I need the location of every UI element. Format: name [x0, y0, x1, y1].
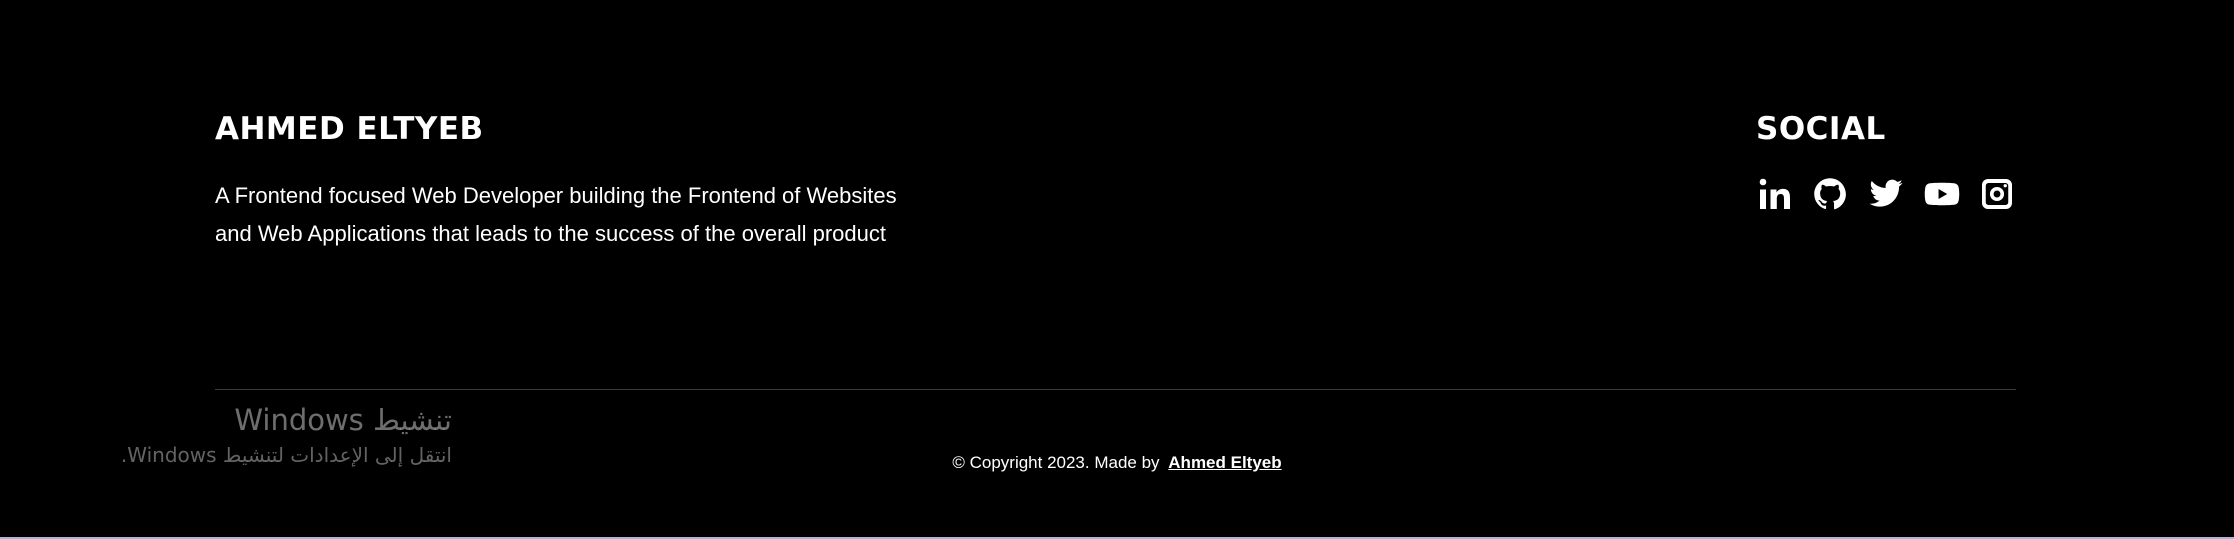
- social-title: SOCIAL: [1756, 111, 1886, 147]
- footer-top: AHMED ELTYEB A Frontend focused Web Deve…: [215, 114, 2016, 253]
- linkedin-icon: [1759, 178, 1790, 209]
- twitter-icon: [1869, 179, 1903, 207]
- instagram-link[interactable]: [1978, 175, 2016, 213]
- author-link[interactable]: Ahmed Eltyeb: [1168, 453, 1281, 472]
- footer-divider: [215, 389, 2016, 390]
- twitter-link[interactable]: [1867, 175, 1905, 213]
- copyright-text: © Copyright 2023. Made by: [952, 453, 1160, 472]
- brand-description: A Frontend focused Web Developer buildin…: [215, 183, 897, 246]
- youtube-icon: [1924, 182, 1959, 206]
- linkedin-link[interactable]: [1756, 175, 1794, 213]
- github-link[interactable]: [1812, 175, 1850, 213]
- social-column: SOCIAL: [1756, 114, 2016, 253]
- brand-column: AHMED ELTYEB A Frontend focused Web Deve…: [215, 114, 935, 253]
- windows-activation-title: تنشيط Windows: [234, 403, 452, 437]
- page-footer: AHMED ELTYEB A Frontend focused Web Deve…: [0, 0, 2234, 539]
- copyright: © Copyright 2023. Made by Ahmed Eltyeb: [0, 454, 2234, 471]
- brand-title: AHMED ELTYEB: [215, 111, 484, 147]
- social-icons: [1756, 175, 2016, 213]
- instagram-icon: [1982, 179, 2013, 209]
- youtube-link[interactable]: [1923, 175, 1961, 213]
- github-icon: [1814, 178, 1847, 210]
